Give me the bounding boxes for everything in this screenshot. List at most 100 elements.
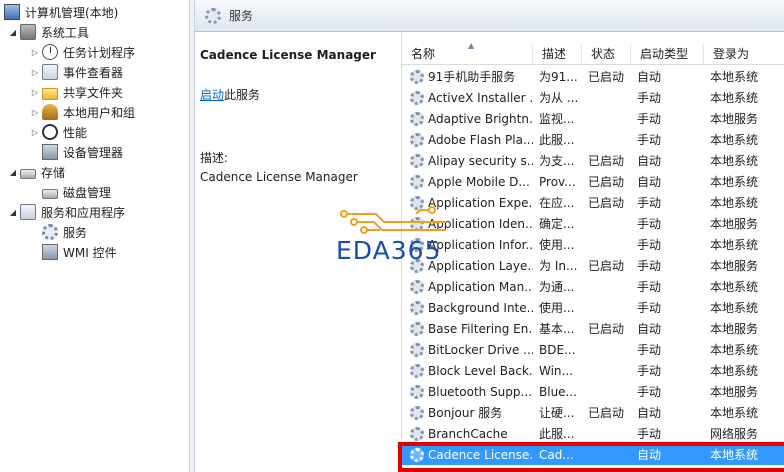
service-gear-icon [410, 405, 424, 420]
service-logon-cell: 本地系统 [710, 175, 759, 189]
tree-item-disk-management[interactable]: 磁盘管理 [42, 182, 111, 202]
collapsed-arrow-icon[interactable]: ▷ [30, 68, 40, 77]
collapsed-arrow-icon[interactable]: ▷ [30, 128, 40, 137]
service-status-cell: 已启动 [588, 70, 625, 84]
table-row[interactable]: BitLocker Drive ... BDE... 手动 本地系统 [402, 339, 784, 360]
table-row[interactable]: Application Laye... 为 In... 已启动 手动 本地服务 [402, 255, 784, 276]
service-name: Cadence License Manager [200, 48, 376, 62]
tree-item-storage[interactable]: ◢ 存储 [8, 162, 65, 182]
tree-item-label: 磁盘管理 [63, 185, 112, 200]
gear-icon [42, 224, 58, 240]
table-row[interactable]: Adaptive Brightn... 监视... 手动 本地服务 [402, 108, 784, 129]
start-service-link[interactable]: 启动 [200, 88, 224, 102]
performance-icon [42, 124, 58, 140]
expanded-arrow-icon[interactable]: ◢ [8, 208, 18, 217]
expanded-arrow-icon[interactable]: ◢ [8, 168, 18, 177]
service-name-cell: BitLocker Drive ... [402, 342, 533, 357]
service-status-cell: 已启动 [588, 196, 625, 210]
service-logon-cell: 本地系统 [710, 70, 759, 84]
service-logon-cell: 本地服务 [710, 385, 759, 399]
service-logon-cell: 本地系统 [710, 406, 759, 420]
service-logon-cell: 本地系统 [710, 301, 759, 315]
service-name-cell: BranchCache [402, 426, 533, 441]
tree-item-label: WMI 控件 [63, 245, 117, 260]
table-row[interactable]: ActiveX Installer ... 为从 ... 手动 本地系统 [402, 87, 784, 108]
service-logon-cell: 本地系统 [710, 196, 759, 210]
table-row[interactable]: Bluetooth Supp... Blue... 手动 本地服务 [402, 381, 784, 402]
tree-item-task-scheduler[interactable]: ▷ 任务计划程序 [30, 42, 135, 62]
service-gear-icon [410, 426, 424, 441]
table-row[interactable]: BranchCache 此服... 手动 网络服务 [402, 423, 784, 444]
service-gear-icon [410, 111, 424, 126]
table-row[interactable]: Background Inte... 使用... 手动 本地系统 [402, 297, 784, 318]
column-label: 描述 [542, 47, 567, 61]
tree-item-services[interactable]: 服务 [42, 222, 87, 242]
event-viewer-icon [42, 64, 58, 80]
tree-item-label: 事件查看器 [63, 65, 124, 80]
service-description-cell: 为91... [539, 70, 578, 84]
service-startup-cell: 手动 [637, 343, 662, 357]
collapsed-arrow-icon[interactable]: ▷ [30, 48, 40, 57]
collapsed-arrow-icon[interactable]: ▷ [30, 108, 40, 117]
column-label: 状态 [591, 47, 616, 61]
table-row[interactable]: Application Expe... 在应... 已启动 手动 本地系统 [402, 192, 784, 213]
disk-icon [42, 189, 58, 199]
tree-item-performance[interactable]: ▷ 性能 [30, 122, 87, 142]
tree-item-event-viewer[interactable]: ▷ 事件查看器 [30, 62, 123, 82]
service-logon-cell: 网络服务 [710, 427, 759, 441]
service-name-text: BitLocker Drive ... [428, 342, 533, 357]
tree-item-shared-folders[interactable]: ▷ 共享文件夹 [30, 82, 123, 102]
table-row[interactable]: Bonjour 服务 让硬... 已启动 自动 本地系统 [402, 402, 784, 423]
tree-root[interactable]: 计算机管理(本地) [4, 2, 118, 22]
wmi-icon [42, 244, 58, 260]
service-name-cell: Block Level Back... [402, 363, 533, 378]
column-header-name[interactable]: ▲ 名称 [402, 43, 533, 64]
tree-item-label: 任务计划程序 [63, 45, 136, 60]
table-row[interactable]: Alipay security s... 为支... 已启动 自动 本地系统 [402, 150, 784, 171]
column-header-logon-as[interactable]: 登录为 [704, 43, 784, 64]
table-row[interactable]: Apple Mobile D... Prov... 已启动 自动 本地系统 [402, 171, 784, 192]
tree-item-label: 共享文件夹 [63, 85, 124, 100]
service-description-cell: 为通... [539, 280, 575, 294]
page-title: 服务 [229, 9, 254, 23]
service-startup-cell: 自动 [637, 406, 662, 420]
service-startup-cell: 手动 [637, 301, 662, 315]
service-name-cell: Background Inte... [402, 300, 533, 315]
service-name-text: Alipay security s... [428, 153, 533, 168]
collapsed-arrow-icon[interactable]: ▷ [30, 88, 40, 97]
service-description-cell: 监视... [539, 112, 575, 126]
service-status-cell: 已启动 [588, 175, 625, 189]
table-row[interactable]: Application Man... 为通... 手动 本地系统 [402, 276, 784, 297]
table-row[interactable]: Adobe Flash Pla... 此服... 手动 本地系统 [402, 129, 784, 150]
table-row[interactable]: Application Iden... 确定... 手动 本地服务 [402, 213, 784, 234]
tools-icon [20, 24, 36, 40]
service-description-cell: 为 In... [539, 259, 578, 273]
tree-item-local-users[interactable]: ▷ 本地用户和组 [30, 102, 135, 122]
column-label: 启动类型 [640, 47, 689, 61]
column-header-startup-type[interactable]: 启动类型 [631, 43, 704, 64]
service-startup-cell: 手动 [637, 427, 662, 441]
service-name-text: Bluetooth Supp... [428, 384, 532, 399]
column-label: 名称 [411, 47, 436, 61]
service-startup-cell: 手动 [637, 238, 662, 252]
column-header-description[interactable]: 描述 [533, 43, 582, 64]
column-header-status[interactable]: 状态 [582, 43, 631, 64]
tree-item-system-tools[interactable]: ◢ 系统工具 [8, 22, 89, 42]
expanded-arrow-icon[interactable]: ◢ [8, 28, 18, 37]
table-row[interactable]: 91手机助手服务 为91... 已启动 自动 本地系统 [402, 66, 784, 87]
tree-item-services-apps[interactable]: ◢ 服务和应用程序 [8, 202, 125, 222]
service-startup-cell: 手动 [637, 385, 662, 399]
service-description-cell: Win... [539, 363, 573, 378]
table-row[interactable]: Application Infor... 使用... 手动 本地系统 [402, 234, 784, 255]
service-startup-cell: 手动 [637, 196, 662, 210]
service-name-cell: ActiveX Installer ... [402, 90, 533, 105]
tree-item-label: 性能 [63, 125, 88, 140]
table-row[interactable]: Block Level Back... Win... 手动 本地系统 [402, 360, 784, 381]
service-name-text: Application Man... [428, 279, 533, 294]
service-status-cell: 已启动 [588, 322, 625, 336]
table-row[interactable]: Base Filtering En... 基本... 已启动 自动 本地服务 [402, 318, 784, 339]
tree-item-wmi[interactable]: WMI 控件 [42, 242, 117, 262]
tree-item-device-manager[interactable]: 设备管理器 [42, 142, 123, 162]
clock-icon [42, 44, 58, 60]
tree-item-label: 本地用户和组 [63, 105, 136, 120]
